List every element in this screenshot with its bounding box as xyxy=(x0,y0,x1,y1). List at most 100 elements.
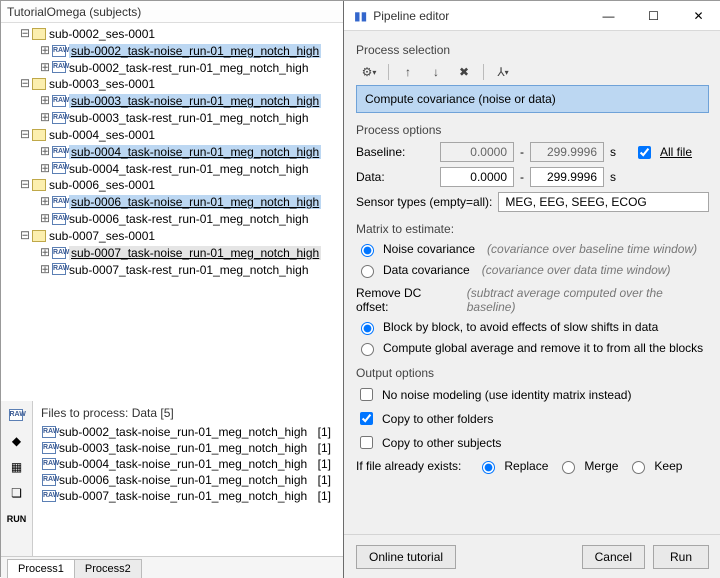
tree-subject-label: sub-0002_ses-0001 xyxy=(49,27,155,41)
tree-run-label: sub-0007_task-rest_run-01_meg_notch_high xyxy=(69,262,309,276)
file-name: sub-0007_task-noise_run-01_meg_notch_hig… xyxy=(59,489,307,503)
run-button[interactable]: Run xyxy=(653,545,709,569)
tool-run-button[interactable]: RUN xyxy=(6,509,28,529)
noise-covariance-hint: (covariance over baseline time window) xyxy=(487,242,697,256)
tree-run[interactable]: ⊞ sub-0007_task-rest_run-01_meg_notch_hig… xyxy=(5,261,341,278)
tree-run[interactable]: ⊞sub-0002_task-noise_run-01_meg_notch_hi… xyxy=(5,42,341,59)
cancel-button[interactable]: Cancel xyxy=(582,545,645,569)
no-noise-modeling-checkbox[interactable] xyxy=(360,388,373,401)
keep-radio[interactable] xyxy=(632,461,645,474)
online-tutorial-button[interactable]: Online tutorial xyxy=(356,545,456,569)
data-covariance-radio[interactable] xyxy=(361,265,374,278)
collapse-icon[interactable]: ⊟ xyxy=(19,76,31,90)
file-list-row[interactable]: sub-0007_task-noise_run-01_meg_notch_hig… xyxy=(41,488,335,504)
file-count: [1] xyxy=(318,441,335,455)
all-file-checkbox[interactable] xyxy=(638,146,651,159)
raw-icon xyxy=(42,490,56,502)
data-covariance-hint: (covariance over data time window) xyxy=(482,263,671,277)
file-list-row[interactable]: sub-0003_task-noise_run-01_meg_notch_hig… xyxy=(41,440,335,456)
minimize-button[interactable]: — xyxy=(586,1,631,31)
move-down-icon[interactable]: ↓ xyxy=(427,63,445,81)
tree-run[interactable]: ⊞sub-0002_task-rest_run-01_meg_notch_hig… xyxy=(5,59,341,76)
expand-icon[interactable]: ⊞ xyxy=(39,161,51,175)
expand-icon[interactable]: ⊞ xyxy=(39,245,51,259)
tree-run[interactable]: ⊞sub-0006_task-noise_run-01_meg_notch_hi… xyxy=(5,193,341,210)
replace-radio[interactable] xyxy=(482,461,495,474)
gear-icon[interactable]: ⚙▾ xyxy=(360,63,378,81)
tree-icon[interactable]: ⅄▾ xyxy=(494,63,512,81)
file-list-row[interactable]: sub-0006_task-noise_run-01_meg_notch_hig… xyxy=(41,472,335,488)
delete-icon[interactable]: ✖ xyxy=(455,63,473,81)
tree-subject[interactable]: ⊟ sub-0002_ses-0001 xyxy=(5,25,341,42)
tree-subject[interactable]: ⊟sub-0007_ses-0001 xyxy=(5,227,341,244)
raw-icon xyxy=(52,61,66,73)
tool-stack-icon[interactable]: ❏ xyxy=(6,483,28,503)
expand-icon[interactable]: ⊞ xyxy=(39,144,51,158)
noise-covariance-radio[interactable] xyxy=(361,244,374,257)
expand-icon[interactable]: ⊞ xyxy=(39,43,51,57)
keep-label: Keep xyxy=(654,459,682,473)
block-by-block-radio[interactable] xyxy=(361,322,374,335)
merge-radio[interactable] xyxy=(562,461,575,474)
tree-run-label: sub-0004_task-noise_run-01_meg_notch_hig… xyxy=(69,145,321,159)
raw-icon xyxy=(42,458,56,470)
baseline-to-input[interactable] xyxy=(530,142,604,162)
tree-root-title: TutorialOmega (subjects) xyxy=(1,1,343,23)
tree-subject-label: sub-0004_ses-0001 xyxy=(49,128,155,142)
tree-subject[interactable]: ⊟sub-0003_ses-0001 xyxy=(5,75,341,92)
files-list[interactable]: sub-0002_task-noise_run-01_meg_notch_hig… xyxy=(33,424,343,506)
block-by-block-label: Block by block, to avoid effects of slow… xyxy=(383,320,658,334)
output-options-label: Output options xyxy=(356,366,709,380)
file-list-row[interactable]: sub-0004_task-noise_run-01_meg_notch_hig… xyxy=(41,456,335,472)
tab-process1[interactable]: Process1 xyxy=(7,559,75,578)
noise-covariance-label: Noise covariance xyxy=(383,242,475,256)
expand-icon[interactable]: ⊞ xyxy=(39,262,51,276)
tree-run[interactable]: ⊞sub-0003_task-rest_run-01_meg_notch_hig… xyxy=(5,109,341,126)
collapse-icon[interactable]: ⊟ xyxy=(19,177,31,191)
raw-icon xyxy=(52,162,66,174)
all-file-label[interactable]: All file xyxy=(660,145,692,159)
tree-run[interactable]: ⊞ sub-0007_task-noise_run-01_meg_notch_hi… xyxy=(5,244,341,261)
tree-run[interactable]: ⊞sub-0003_task-noise_run-01_meg_notch_hi… xyxy=(5,92,341,109)
selected-process-row[interactable]: Compute covariance (noise or data) xyxy=(356,85,709,113)
remove-dc-label: Remove DC offset: xyxy=(356,286,455,314)
expand-icon[interactable]: ⊞ xyxy=(39,60,51,74)
file-count: [1] xyxy=(318,473,335,487)
tree-run[interactable]: ⊞sub-0006_task-rest_run-01_meg_notch_hig… xyxy=(5,210,341,227)
left-toolstrip: ◆ ▦ ❏ RUN xyxy=(1,401,33,556)
raw-icon xyxy=(42,442,56,454)
expand-icon[interactable]: ⊞ xyxy=(39,211,51,225)
close-button[interactable]: ✕ xyxy=(676,1,720,31)
tree-subject-label: sub-0006_ses-0001 xyxy=(49,178,155,192)
file-count: [1] xyxy=(318,457,335,471)
global-average-label: Compute global average and remove it to … xyxy=(383,341,703,355)
sensor-types-input[interactable] xyxy=(498,192,709,212)
copy-folders-checkbox[interactable] xyxy=(360,412,373,425)
expand-icon[interactable]: ⊞ xyxy=(39,93,51,107)
subject-tree[interactable]: ⊟ sub-0002_ses-0001⊞sub-0002_task-noise_r… xyxy=(1,23,343,418)
tab-process2[interactable]: Process2 xyxy=(74,559,142,578)
tool-palette-icon[interactable]: ▦ xyxy=(6,457,28,477)
raw-icon xyxy=(52,112,66,124)
expand-icon[interactable]: ⊞ xyxy=(39,194,51,208)
move-up-icon[interactable]: ↑ xyxy=(399,63,417,81)
collapse-icon[interactable]: ⊟ xyxy=(19,127,31,141)
tool-raw-icon[interactable] xyxy=(6,405,28,425)
data-from-input[interactable] xyxy=(440,167,514,187)
collapse-icon[interactable]: ⊟ xyxy=(19,26,31,40)
tree-run[interactable]: ⊞sub-0004_task-rest_run-01_meg_notch_hig… xyxy=(5,160,341,177)
tool-db-icon[interactable]: ◆ xyxy=(6,431,28,451)
baseline-from-input[interactable] xyxy=(440,142,514,162)
tree-subject[interactable]: ⊟ sub-0006_ses-0001 xyxy=(5,176,341,193)
raw-icon xyxy=(52,263,66,275)
data-to-input[interactable] xyxy=(530,167,604,187)
global-average-radio[interactable] xyxy=(361,343,374,356)
maximize-button[interactable]: ☐ xyxy=(631,1,676,31)
tree-subject[interactable]: ⊟ sub-0004_ses-0001 xyxy=(5,126,341,143)
collapse-icon[interactable]: ⊟ xyxy=(19,228,31,242)
tree-run[interactable]: ⊞ sub-0004_task-noise_run-01_meg_notch_hi… xyxy=(5,143,341,160)
file-list-row[interactable]: sub-0002_task-noise_run-01_meg_notch_hig… xyxy=(41,424,335,440)
copy-subjects-checkbox[interactable] xyxy=(360,436,373,449)
expand-icon[interactable]: ⊞ xyxy=(39,110,51,124)
tree-run-label: sub-0007_task-noise_run-01_meg_notch_hig… xyxy=(69,246,321,260)
